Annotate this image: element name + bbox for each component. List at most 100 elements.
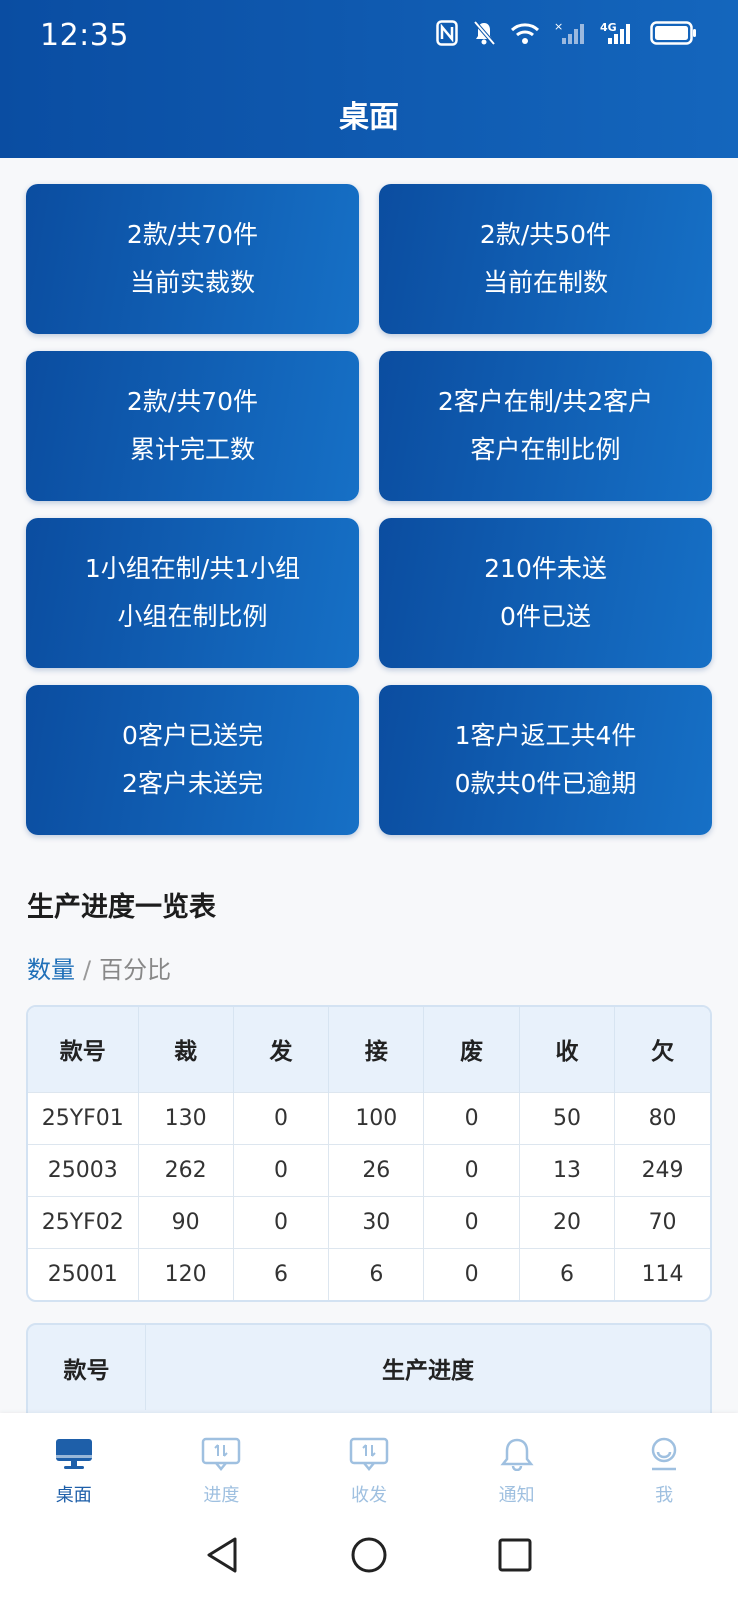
table-row[interactable]: 25003 262 0 26 0 13 249 xyxy=(28,1143,710,1196)
status-bar: 12:35 × 4G xyxy=(0,0,738,70)
header-collected: 收 xyxy=(519,1007,616,1092)
transfer-icon xyxy=(349,1437,389,1475)
nfc-icon xyxy=(436,20,458,46)
card-value: 1小组在制/共1小组 xyxy=(84,554,301,583)
cell-value: 0 xyxy=(423,1195,520,1248)
cell-value: 80 xyxy=(614,1091,710,1144)
card-rework-overdue[interactable]: 1客户返工共4件 0款共0件已逾期 xyxy=(379,685,712,835)
header-owed: 欠 xyxy=(614,1007,710,1092)
toggle-quantity[interactable]: 数量 xyxy=(27,956,75,984)
battery-icon xyxy=(650,20,698,46)
progress-summary-table: 款号 裁 发 接 废 收 欠 25YF01 130 0 100 0 50 80 … xyxy=(26,1005,712,1302)
tab-label: 我 xyxy=(655,1485,674,1506)
signal-4g-icon: 4G xyxy=(600,20,636,46)
tab-label: 收发 xyxy=(350,1485,387,1506)
cell-style-no: 25YF02 xyxy=(28,1195,139,1248)
recents-icon[interactable] xyxy=(497,1537,533,1577)
back-icon[interactable] xyxy=(205,1536,241,1578)
card-delivery-pieces[interactable]: 210件未送 0件已送 xyxy=(379,518,712,668)
tab-desktop[interactable]: 桌面 xyxy=(0,1413,148,1513)
cell-value: 6 xyxy=(328,1247,425,1300)
cell-style-no: 25001 xyxy=(28,1247,139,1300)
table-header-row: 款号 裁 发 接 废 收 欠 xyxy=(28,1007,710,1092)
tab-label: 通知 xyxy=(498,1485,535,1506)
cell-value: 130 xyxy=(138,1091,234,1144)
card-in-production[interactable]: 2款/共50件 当前在制数 xyxy=(379,184,712,334)
view-toggle: 数量 / 百分比 xyxy=(27,950,171,985)
header-cut: 裁 xyxy=(138,1007,234,1092)
cell-value: 6 xyxy=(519,1247,616,1300)
header-issued: 发 xyxy=(233,1007,330,1092)
cell-value: 0 xyxy=(233,1195,330,1248)
tab-me[interactable]: 我 xyxy=(590,1413,738,1513)
toggle-percentage[interactable]: 百分比 xyxy=(99,956,171,984)
cell-value: 0 xyxy=(233,1143,330,1196)
tab-transfer[interactable]: 收发 xyxy=(295,1413,443,1513)
status-icons: × 4G xyxy=(436,20,698,46)
cell-value: 30 xyxy=(328,1195,425,1248)
tab-notifications[interactable]: 通知 xyxy=(443,1413,591,1513)
card-label: 累计完工数 xyxy=(129,435,255,464)
svg-text:4G: 4G xyxy=(600,21,617,34)
cell-value: 6 xyxy=(233,1247,330,1300)
toggle-separator: / xyxy=(83,956,92,984)
bell-icon xyxy=(497,1437,537,1475)
cell-style-no: 25YF01 xyxy=(28,1091,139,1144)
cell-value: 20 xyxy=(519,1195,616,1248)
card-value: 0客户已送完 xyxy=(122,721,263,750)
tab-label: 桌面 xyxy=(55,1485,92,1506)
cell-value: 0 xyxy=(423,1143,520,1196)
cell-value: 50 xyxy=(519,1091,616,1144)
card-label: 当前在制数 xyxy=(482,268,608,297)
card-delivery-customers[interactable]: 0客户已送完 2客户未送完 xyxy=(26,685,359,835)
cell-style-no: 25003 xyxy=(28,1143,139,1196)
table-row[interactable]: 25001 120 6 6 0 6 114 xyxy=(28,1247,710,1300)
wifi-icon xyxy=(510,21,540,45)
card-label: 0款共0件已逾期 xyxy=(454,769,637,798)
card-label: 0件已送 xyxy=(500,602,591,631)
card-label: 客户在制比例 xyxy=(470,435,621,464)
card-group-ratio[interactable]: 1小组在制/共1小组 小组在制比例 xyxy=(26,518,359,668)
cell-value: 100 xyxy=(328,1091,425,1144)
cell-value: 0 xyxy=(233,1091,330,1144)
card-value: 2款/共70件 xyxy=(126,220,259,249)
header-received-by: 接 xyxy=(328,1007,425,1092)
card-label: 当前实裁数 xyxy=(129,268,255,297)
page-title: 桌面 xyxy=(339,100,399,135)
section-title: 生产进度一览表 xyxy=(27,892,216,923)
svg-text:×: × xyxy=(554,20,563,33)
tab-progress[interactable]: 进度 xyxy=(148,1413,296,1513)
cell-value: 0 xyxy=(423,1091,520,1144)
status-time: 12:35 xyxy=(40,18,129,53)
cell-value: 114 xyxy=(614,1247,710,1300)
bottom-tab-bar: 桌面 进度 收发 通知 我 xyxy=(0,1413,738,1513)
header-scrap: 废 xyxy=(423,1007,520,1092)
card-label: 小组在制比例 xyxy=(117,602,268,631)
table-row[interactable]: 25YF01 130 0 100 0 50 80 xyxy=(28,1091,710,1144)
cell-value: 120 xyxy=(138,1247,234,1300)
tab-label: 进度 xyxy=(203,1485,240,1506)
signal-x-icon: × xyxy=(554,20,586,46)
card-completed-total[interactable]: 2款/共70件 累计完工数 xyxy=(26,351,359,501)
progress-icon xyxy=(201,1437,241,1475)
table-row[interactable]: 25YF02 90 0 30 0 20 70 xyxy=(28,1195,710,1248)
card-label: 2客户未送完 xyxy=(122,769,263,798)
card-value: 2款/共50件 xyxy=(479,220,612,249)
cell-value: 70 xyxy=(614,1195,710,1248)
cell-value: 249 xyxy=(614,1143,710,1196)
card-value: 1客户返工共4件 xyxy=(454,721,637,750)
card-current-cut[interactable]: 2款/共70件 当前实裁数 xyxy=(26,184,359,334)
cell-value: 90 xyxy=(138,1195,234,1248)
desktop-icon xyxy=(54,1437,94,1475)
cell-value: 13 xyxy=(519,1143,616,1196)
cell-value: 262 xyxy=(138,1143,234,1196)
card-value: 2客户在制/共2客户 xyxy=(437,387,654,416)
card-customer-ratio[interactable]: 2客户在制/共2客户 客户在制比例 xyxy=(379,351,712,501)
card-value: 2款/共70件 xyxy=(126,387,259,416)
cell-value: 0 xyxy=(423,1247,520,1300)
system-nav-bar xyxy=(0,1513,738,1600)
cell-value: 26 xyxy=(328,1143,425,1196)
home-icon[interactable] xyxy=(350,1536,388,1578)
progress-header-progress: 生产进度 xyxy=(382,1357,474,1384)
card-value: 210件未送 xyxy=(484,554,607,583)
